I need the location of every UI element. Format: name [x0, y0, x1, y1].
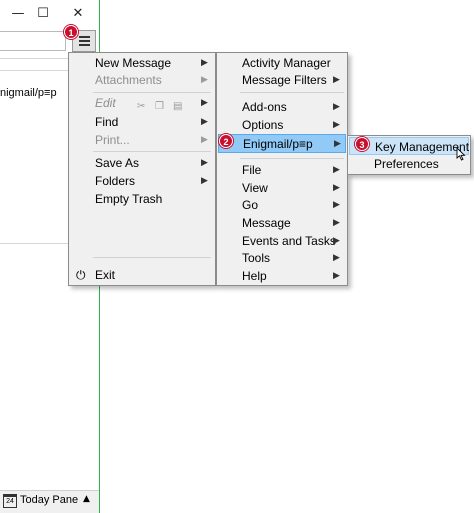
search-input[interactable] — [0, 31, 66, 51]
menu-item-empty-trash[interactable]: Empty Trash — [69, 190, 215, 208]
callout-badge-3: 3 — [355, 137, 369, 151]
callout-badge-2: 2 — [219, 134, 233, 148]
mouse-cursor-icon — [456, 147, 466, 161]
chevron-right-icon: ▶ — [201, 58, 208, 68]
chevron-right-icon: ▶ — [333, 200, 340, 210]
menu-item-enigmail-pep[interactable]: Enigmail/p≡p ▶ — [218, 134, 346, 153]
menu-item-go[interactable]: Go ▶ — [217, 196, 347, 214]
menu-item-save-as[interactable]: Save As ▶ — [69, 154, 215, 172]
chevron-right-icon: ▶ — [333, 102, 340, 112]
menu-separator — [93, 257, 211, 258]
menu-item-add-ons[interactable]: Add-ons ▶ — [217, 98, 347, 116]
chevron-right-icon: ▶ — [333, 271, 340, 281]
title-bar: — ☐ ✕ — [0, 0, 99, 28]
chevron-right-icon: ▶ — [201, 158, 208, 168]
menu-item-folders[interactable]: Folders ▶ — [69, 172, 215, 190]
chevron-right-icon: ▶ — [201, 75, 208, 85]
chevron-right-icon: ▶ — [333, 236, 340, 246]
menu-item-attachments[interactable]: Attachments ▶ — [69, 71, 215, 89]
chevron-right-icon: ▶ — [201, 98, 208, 108]
today-pane-button[interactable]: Today Pane — [20, 494, 78, 506]
menu-item-file[interactable]: File ▶ — [217, 161, 347, 179]
app-menu: New Message ▶ Attachments ▶ Edit ✂ ❐ ▤ ▶… — [68, 52, 216, 286]
menu-item-edit[interactable]: Edit ✂ ❐ ▤ ▶ — [69, 94, 215, 112]
chevron-right-icon: ▶ — [333, 120, 340, 130]
chevron-right-icon: ▶ — [201, 176, 208, 186]
chevron-right-icon: ▶ — [201, 135, 208, 145]
menu-separator — [240, 92, 344, 93]
power-icon: ⏻ — [76, 268, 86, 282]
folder-pane — [0, 84, 70, 244]
menu-item-tools[interactable]: Tools ▶ — [217, 249, 347, 267]
menu-item-message[interactable]: Message ▶ — [217, 214, 347, 232]
callout-badge-1: 1 — [64, 25, 78, 39]
close-icon[interactable]: ✕ — [68, 4, 88, 24]
menu-separator — [240, 158, 344, 159]
chevron-right-icon: ▶ — [333, 218, 340, 228]
menu-item-exit[interactable]: ⏻ Exit — [69, 266, 215, 284]
chevron-right-icon: ▶ — [333, 183, 340, 193]
chevron-right-icon: ▶ — [333, 165, 340, 175]
chevron-right-icon: ▶ — [333, 75, 340, 85]
menu-item-help[interactable]: Help ▶ — [217, 267, 347, 285]
menu-item-print[interactable]: Print... ▶ — [69, 131, 215, 149]
menu-item-new-message[interactable]: New Message ▶ — [69, 54, 215, 72]
menu-separator — [93, 92, 211, 93]
chevron-up-icon: ▲ — [83, 494, 90, 504]
menu-item-options[interactable]: Options ▶ — [217, 116, 347, 134]
chevron-right-icon: ▶ — [333, 253, 340, 263]
maximize-icon[interactable]: ☐ — [33, 4, 53, 24]
minimize-icon[interactable]: — — [8, 4, 28, 24]
chevron-right-icon: ▶ — [334, 139, 341, 149]
calendar-icon: 24 — [3, 494, 17, 508]
menu-item-activity-manager[interactable]: Activity Manager — [217, 54, 347, 72]
menu-item-preferences[interactable]: Preferences — [348, 155, 470, 173]
menu-item-events-and-tasks[interactable]: Events and Tasks ▶ — [217, 232, 347, 250]
menu-item-message-filters[interactable]: Message Filters ▶ — [217, 71, 347, 89]
folder-label[interactable]: nigmail/p≡p — [0, 87, 57, 99]
hamburger-icon — [78, 36, 90, 38]
menu-item-find[interactable]: Find ▶ — [69, 113, 215, 131]
tools-submenu: Activity Manager Message Filters ▶ Add-o… — [216, 52, 348, 286]
menu-separator — [93, 151, 211, 152]
chevron-right-icon: ▶ — [201, 117, 208, 127]
menu-item-view[interactable]: View ▶ — [217, 179, 347, 197]
